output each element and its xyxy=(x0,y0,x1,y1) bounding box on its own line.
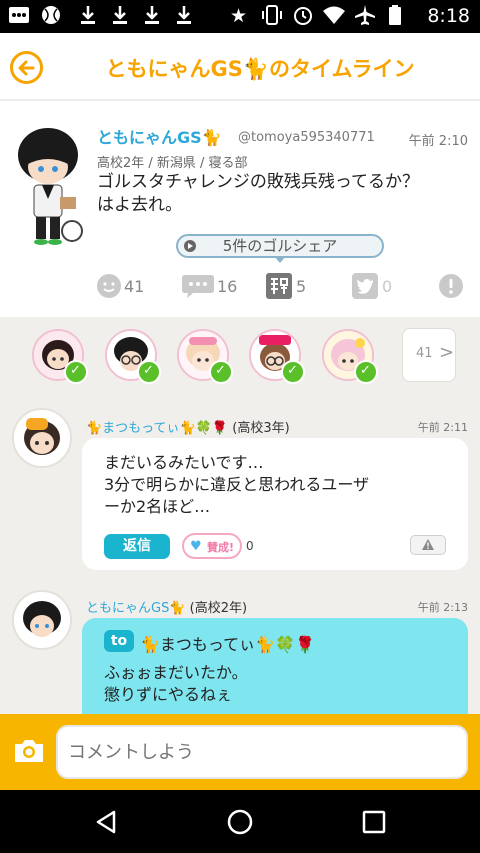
back-button[interactable] xyxy=(10,51,43,84)
download-icon xyxy=(142,4,162,32)
comment-timestamp: 午前 2:11 xyxy=(417,421,468,434)
speech-bubble-icon xyxy=(182,275,214,298)
exclamation-icon xyxy=(439,274,463,298)
comment-composer xyxy=(0,714,480,790)
comment-bubble: まだいるみたいです… 3分で明らかに違反と思われるユーザ ーか2名ほど… 返信 … xyxy=(82,438,468,570)
comment-author[interactable]: 🐈まつもってぃ🐈🍀🌹 (高校3年) xyxy=(86,417,290,436)
post-timestamp: 午前 2:10 xyxy=(408,134,468,149)
reply-button[interactable]: 返信 xyxy=(104,534,170,559)
agree-count: 0 xyxy=(246,539,254,553)
comment-timestamp: 午前 2:13 xyxy=(417,601,468,614)
check-badge-icon xyxy=(64,360,88,384)
twitter-icon xyxy=(352,273,378,299)
report-post-button[interactable] xyxy=(438,271,464,301)
back-triangle-icon xyxy=(96,810,116,834)
post-author-name[interactable]: ともにゃんGS🐈 xyxy=(97,124,222,148)
airplane-icon xyxy=(354,4,376,32)
comment-author-avatar[interactable] xyxy=(12,408,72,468)
chevron-right-icon: > xyxy=(439,342,455,363)
comment-text-line: ふぉぉまだいたか。 xyxy=(104,663,248,682)
sports-ball-icon xyxy=(40,4,62,32)
timeline-post: ともにゃんGS🐈 @tomoya595340771 午前 2:10 高校2年 /… xyxy=(0,103,480,317)
download-icon xyxy=(110,4,130,32)
check-badge-icon xyxy=(354,360,378,384)
status-bar: ★ 8:18 xyxy=(0,0,480,33)
comment-author-avatar[interactable] xyxy=(12,590,72,650)
reply-target-name[interactable]: 🐈まつもってぃ🐈🍀🌹 xyxy=(140,631,315,655)
notification-icon xyxy=(8,4,30,32)
twitter-count: 0 xyxy=(382,277,393,296)
alarm-icon xyxy=(292,4,314,32)
nav-home-button[interactable] xyxy=(225,807,255,837)
agree-button[interactable]: ♥ 賛成! xyxy=(182,533,242,559)
comment-button[interactable]: 16 xyxy=(181,271,251,301)
golshare-count: 5 xyxy=(296,277,307,296)
play-icon xyxy=(184,240,196,252)
warning-icon xyxy=(422,539,434,550)
smiley-icon xyxy=(97,274,121,298)
app-header: ともにゃんGS🐈のタイムライン xyxy=(0,33,480,101)
more-sharers-count: 41 xyxy=(416,346,433,361)
pill-pointer xyxy=(274,256,286,263)
check-badge-icon xyxy=(137,360,161,384)
download-icon xyxy=(78,4,98,32)
back-arrow-icon xyxy=(18,60,35,76)
post-author-meta: 高校2年 / 新潟県 / 寝る部 xyxy=(97,156,248,171)
comment-author-grade: (高校2年) xyxy=(189,601,248,616)
battery-icon xyxy=(388,4,402,32)
golshare-button[interactable]: 5 xyxy=(266,271,316,301)
golshare-count-button[interactable]: 5件のゴルシェア xyxy=(176,234,384,263)
comment-author[interactable]: ともにゃんGS🐈 (高校2年) xyxy=(86,597,247,616)
heart-icon: ♥ xyxy=(190,539,202,554)
camera-button[interactable] xyxy=(12,734,46,768)
check-badge-icon xyxy=(209,360,233,384)
post-action-bar: 41 16 5 0 xyxy=(0,271,480,301)
comment-input[interactable] xyxy=(56,725,468,779)
comment-list: 🐈まつもってぃ🐈🍀🌹 (高校3年) 午前 2:11 まだいるみたいです… 3分で… xyxy=(0,405,480,714)
comment-author-name: ともにゃんGS🐈 xyxy=(86,601,186,616)
comment-text-line: ーか2名ほど… xyxy=(104,497,211,516)
comment-author-grade: (高校3年) xyxy=(232,421,290,436)
post-author-handle: @tomoya595340771 xyxy=(238,130,375,145)
post-body-line: ゴルスタチャレンジの敗残兵残ってるか？ xyxy=(97,172,419,192)
comment-text: ふぉぉまだいたか。 懲りずにやるねぇ xyxy=(104,662,248,706)
star-icon: ★ xyxy=(230,5,248,27)
page-title: ともにゃんGS🐈のタイムライン xyxy=(105,57,415,81)
golshare-label: 5件のゴルシェア xyxy=(222,237,338,255)
nav-recents-button[interactable] xyxy=(359,807,389,837)
more-sharers-button[interactable]: 41 > xyxy=(402,328,456,382)
to-badge: to xyxy=(104,630,134,652)
report-comment-button[interactable] xyxy=(410,535,446,555)
comment-text-line: まだいるみたいです… xyxy=(104,453,264,472)
comment-author-name: 🐈まつもってぃ🐈🍀🌹 xyxy=(86,421,229,436)
post-author-avatar[interactable] xyxy=(12,127,84,251)
comment-bubble: to 🐈まつもってぃ🐈🍀🌹 ふぉぉまだいたか。 懲りずにやるねぇ xyxy=(82,618,468,714)
wifi-icon xyxy=(322,4,346,32)
comment-text: まだいるみたいです… 3分で明らかに違反と思われるユーザ ーか2名ほど… xyxy=(104,452,369,518)
post-body: ゴルスタチャレンジの敗残兵残ってるか？ はよ去れ。 xyxy=(97,171,467,217)
reaction-button[interactable]: 41 xyxy=(96,271,156,301)
check-badge-icon xyxy=(281,360,305,384)
home-circle-icon xyxy=(227,809,253,835)
system-nav-bar xyxy=(0,790,480,853)
camera-icon xyxy=(15,740,43,762)
golshare-icon xyxy=(266,273,292,299)
status-time: 8:18 xyxy=(427,5,470,27)
agree-label: 賛成! xyxy=(207,541,235,554)
recents-square-icon xyxy=(362,810,386,834)
vibrate-icon xyxy=(260,4,284,32)
golshare-user-strip: 41 > xyxy=(0,317,480,405)
nav-back-button[interactable] xyxy=(92,807,122,837)
comment-text-line: 3分で明らかに違反と思われるユーザ xyxy=(104,475,370,494)
download-icon xyxy=(174,4,194,32)
reaction-count: 41 xyxy=(124,277,145,296)
comment-count: 16 xyxy=(217,277,238,296)
twitter-share-button[interactable]: 0 xyxy=(352,271,402,301)
comment-text-line: 懲りずにやるねぇ xyxy=(104,685,233,704)
post-body-line: はよ去れ。 xyxy=(97,195,183,215)
